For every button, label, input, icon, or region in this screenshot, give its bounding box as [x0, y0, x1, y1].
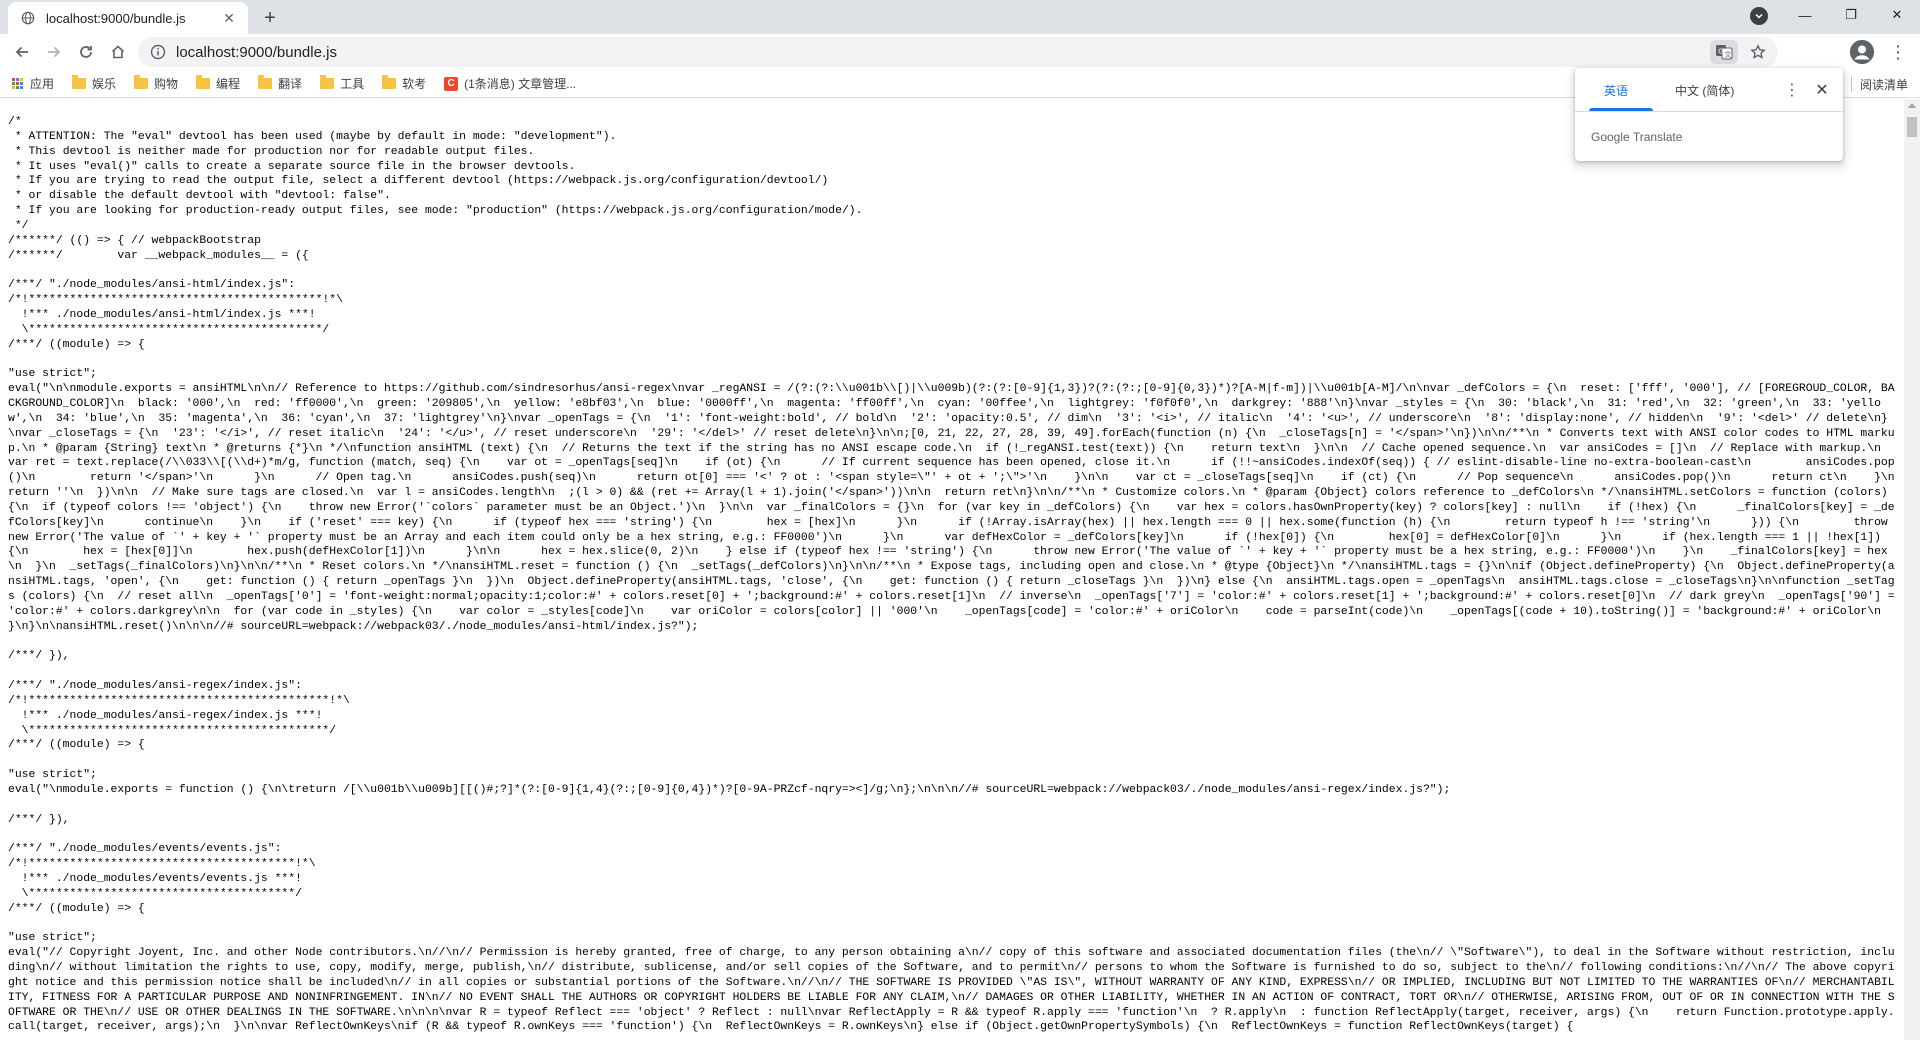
bookmark-label: 软考 — [402, 77, 427, 91]
folder-icon — [382, 75, 397, 89]
csdn-icon: C — [444, 76, 459, 91]
page-content: /* * ATTENTION: The "eval" devtool has b… — [0, 99, 1904, 1040]
new-tab-button[interactable]: + — [256, 6, 284, 30]
tab-source-language[interactable]: 英语 — [1604, 82, 1628, 99]
scroll-up-arrow-icon[interactable] — [1908, 103, 1916, 108]
tab-title: localhost:9000/bundle.js — [46, 10, 186, 26]
translate-popup: 英语 中文 (简体) ⋮ ✕ Google Translate — [1575, 68, 1843, 161]
folder-icon — [196, 75, 211, 89]
folder-icon — [72, 75, 87, 89]
translate-icon[interactable]: G文 — [1710, 40, 1738, 64]
browser-menu-icon[interactable]: ⋮ — [1888, 38, 1908, 66]
bookmark-folder-shopping[interactable]: 购物 — [134, 75, 178, 92]
translate-options-icon[interactable]: ⋮ — [1782, 80, 1802, 100]
vertical-scrollbar[interactable] — [1904, 99, 1920, 1040]
back-arrow-icon — [15, 46, 28, 58]
bookmark-label: 购物 — [154, 77, 179, 91]
svg-text:G: G — [1718, 48, 1723, 56]
profile-avatar-icon[interactable] — [1850, 40, 1874, 64]
apps-grid-icon — [12, 77, 24, 90]
reload-button[interactable] — [72, 38, 100, 66]
bookmark-apps[interactable]: 应用 — [12, 75, 54, 92]
browser-tab-active[interactable]: localhost:9000/bundle.js ✕ — [8, 2, 248, 34]
source-code-text: /* * ATTENTION: The "eval" devtool has b… — [8, 116, 1895, 1034]
bookmark-folder-entertainment[interactable]: 娱乐 — [72, 75, 116, 92]
folder-icon — [258, 75, 273, 89]
bookmark-label: 娱乐 — [92, 77, 117, 91]
svg-text:文: 文 — [1725, 50, 1732, 59]
bookmark-folder-translate[interactable]: 翻译 — [258, 75, 302, 92]
bookmarks-separator — [1850, 76, 1852, 92]
bookmark-label: 翻译 — [278, 77, 303, 91]
browser-toolbar: localhost:9000/bundle.js G文 ⋮ — [0, 34, 1920, 70]
bookmark-folder-tools[interactable]: 工具 — [320, 75, 364, 92]
home-button[interactable] — [104, 38, 132, 66]
url-text[interactable]: localhost:9000/bundle.js — [176, 44, 1710, 61]
window-controls: — ❐ ✕ — [1782, 0, 1920, 30]
back-button[interactable] — [8, 38, 36, 66]
address-bar[interactable]: localhost:9000/bundle.js G文 — [138, 37, 1778, 67]
google-translate-logo: Google Translate — [1591, 130, 1683, 144]
translate-divider — [1575, 111, 1843, 112]
globe-icon — [20, 10, 36, 26]
site-info-icon[interactable] — [150, 44, 166, 60]
forward-arrow-icon — [48, 46, 61, 58]
bookmark-label: 工具 — [340, 77, 365, 91]
bookmark-label: 编程 — [216, 77, 241, 91]
close-window-button[interactable]: ✕ — [1874, 0, 1920, 30]
folder-icon — [320, 75, 335, 89]
bookmark-label: (1条消息) 文章管理... — [464, 77, 577, 91]
reading-list-button[interactable]: 阅读清单 — [1850, 70, 1908, 98]
translate-language-tabs: 英语 中文 (简体) — [1575, 68, 1843, 112]
reload-icon — [80, 46, 92, 58]
tab-search-icon[interactable] — [1750, 7, 1768, 25]
bookmark-article-manager[interactable]: C (1条消息) 文章管理... — [444, 75, 576, 92]
translate-close-icon[interactable]: ✕ — [1812, 80, 1832, 100]
bookmark-label: 应用 — [30, 77, 55, 91]
maximize-button[interactable]: ❐ — [1828, 0, 1874, 30]
scroll-thumb[interactable] — [1907, 117, 1917, 137]
home-icon — [111, 45, 125, 59]
tab-strip: localhost:9000/bundle.js ✕ + — ❐ ✕ — [0, 0, 1920, 34]
folder-icon — [134, 75, 149, 89]
minimize-button[interactable]: — — [1782, 0, 1828, 30]
tab-close-icon[interactable]: ✕ — [220, 9, 238, 27]
tab-target-language[interactable]: 中文 (简体) — [1675, 82, 1734, 99]
bookmark-folder-programming[interactable]: 编程 — [196, 75, 240, 92]
bookmark-folder-exam[interactable]: 软考 — [382, 75, 426, 92]
forward-button[interactable] — [40, 38, 68, 66]
reading-list-label: 阅读清单 — [1859, 77, 1908, 92]
bookmark-star-icon[interactable] — [1744, 38, 1772, 66]
